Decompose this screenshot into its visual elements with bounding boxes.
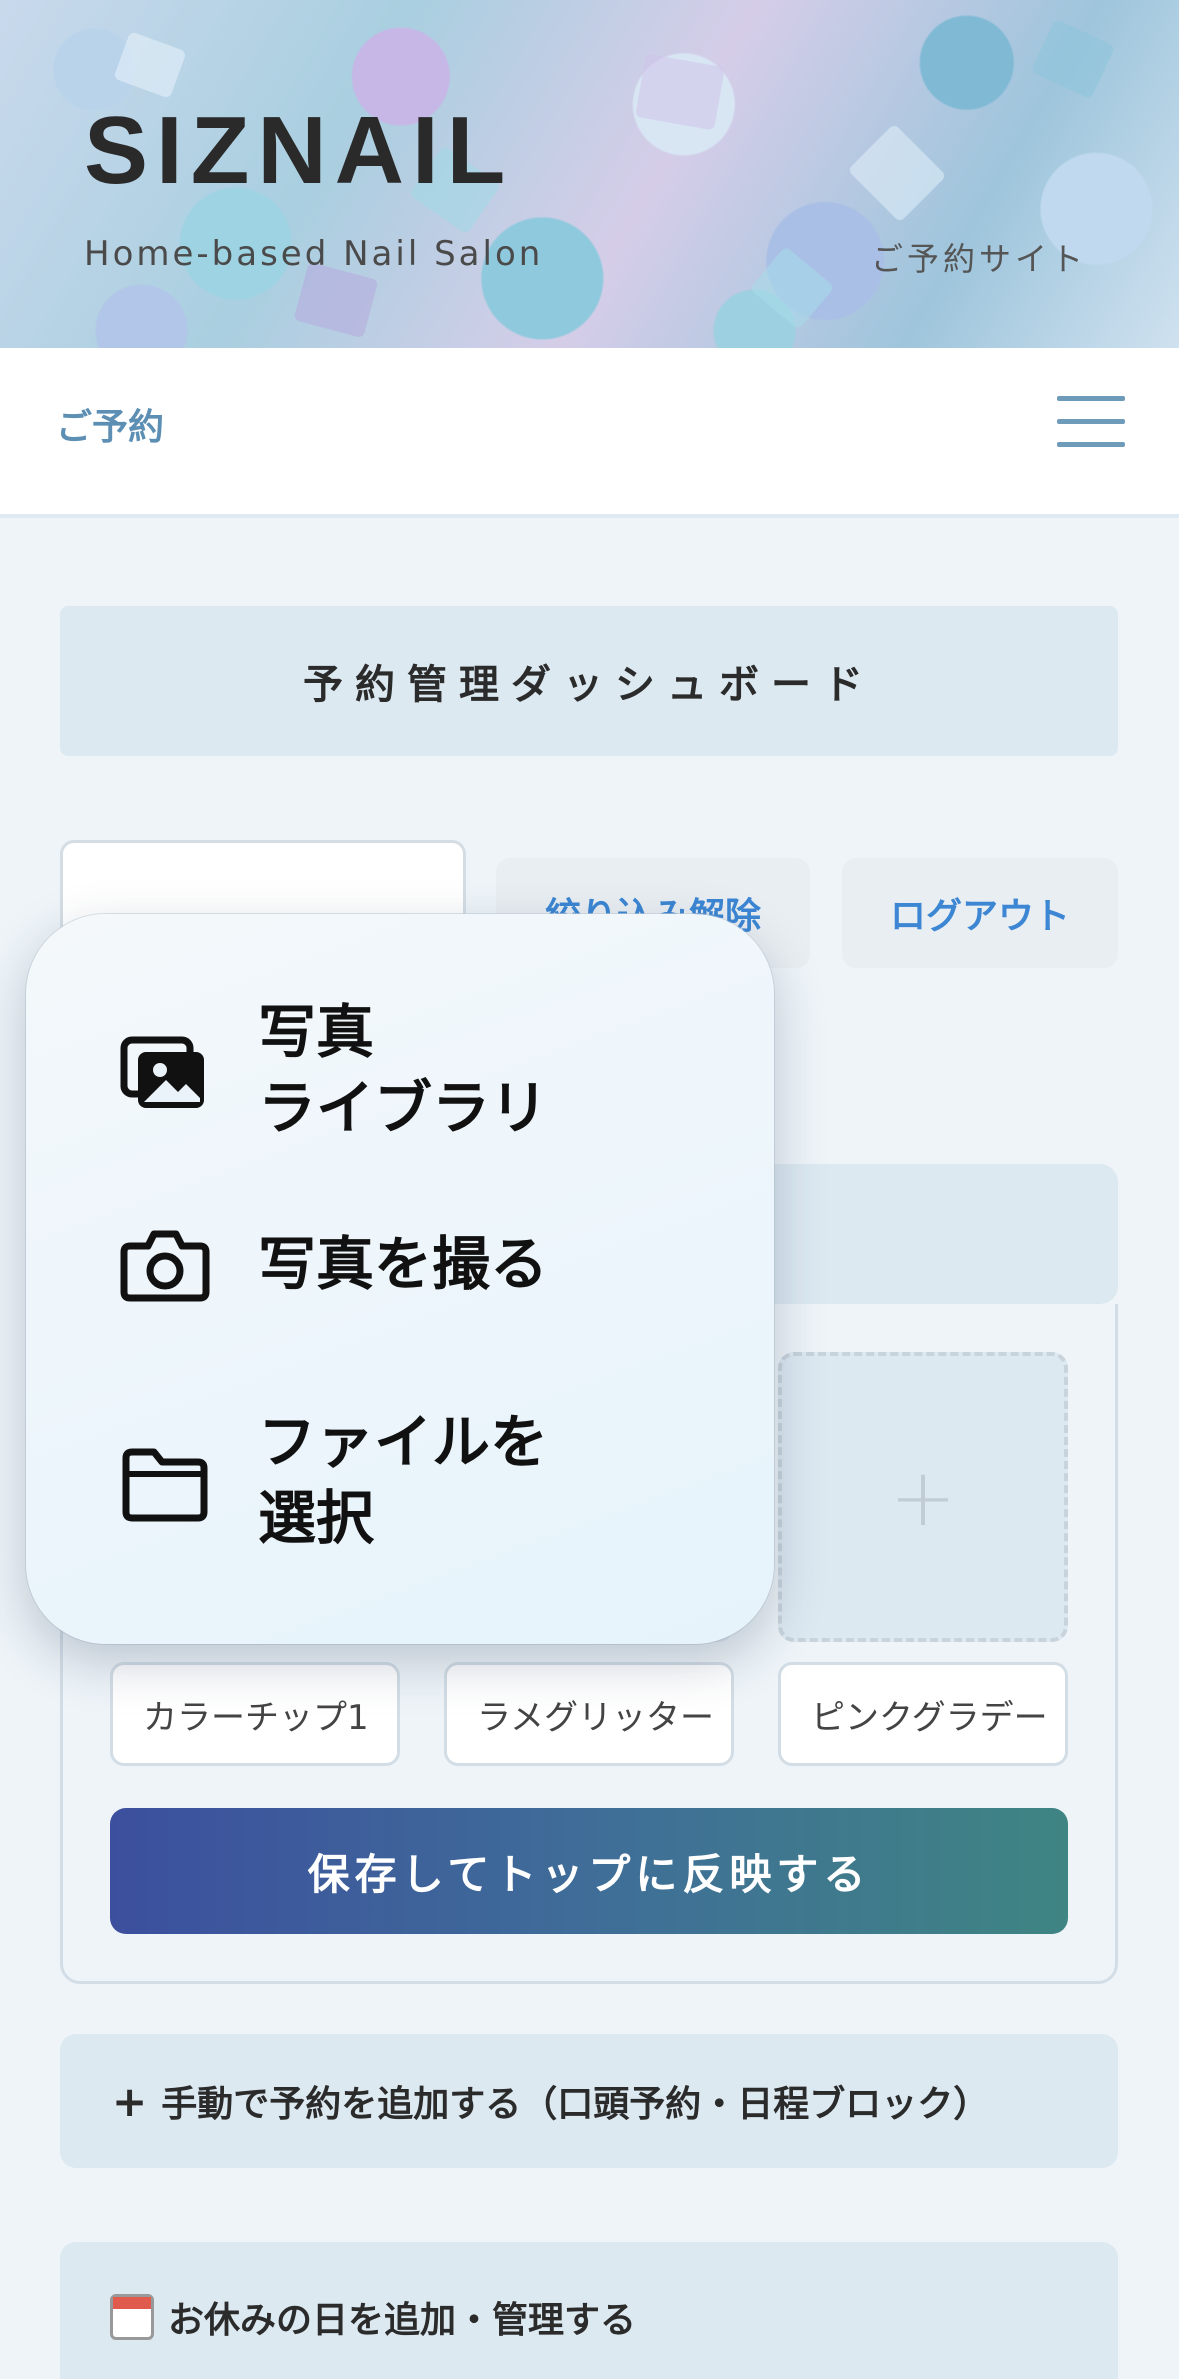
- hero-banner: SIZNAIL Home-based Nail Salon ご予約サイト: [0, 0, 1179, 348]
- hamburger-icon[interactable]: [1057, 396, 1125, 448]
- plus-icon: +: [112, 2076, 148, 2126]
- photo-name-input[interactable]: ラメグリッター: [444, 1662, 734, 1766]
- photo-source-menu: 写真 ライブラリ 写真を撮る ファイルを 選択: [26, 914, 774, 1644]
- camera-icon: [120, 1230, 210, 1302]
- top-nav: ご予約: [0, 348, 1179, 518]
- menu-label: ファイルを 選択: [258, 1408, 549, 1552]
- dashboard-title: 予約管理ダッシュボード: [60, 606, 1118, 756]
- site-type-label: ご予約サイト: [870, 240, 1087, 278]
- photo-library-icon: [120, 1036, 204, 1108]
- nav-reservation-link[interactable]: ご予約: [56, 398, 164, 450]
- menu-label: 写真を撮る: [258, 1230, 549, 1298]
- manual-add-label: 手動で予約を追加する（口頭予約・日程ブロック）: [161, 2084, 990, 2125]
- menu-label: 写真 ライブラリ: [258, 998, 549, 1142]
- manage-holidays-button[interactable]: お休みの日を追加・管理する: [60, 2242, 1118, 2379]
- site-subtitle: Home-based Nail Salon: [84, 234, 544, 274]
- photo-name-input[interactable]: ピンクグラデー: [778, 1662, 1068, 1766]
- menu-item-take-photo[interactable]: 写真を撮る: [26, 1214, 774, 1314]
- menu-item-choose-file[interactable]: ファイルを 選択: [26, 1404, 774, 1564]
- photo-name-input[interactable]: カラーチップ1: [110, 1662, 400, 1766]
- calendar-icon: [110, 2294, 154, 2340]
- menu-item-photo-library[interactable]: 写真 ライブラリ: [26, 994, 774, 1154]
- site-logo: SIZNAIL: [84, 97, 514, 204]
- plus-icon: +: [889, 1450, 957, 1544]
- manual-add-reservation-button[interactable]: + 手動で予約を追加する（口頭予約・日程ブロック）: [60, 2034, 1118, 2168]
- add-photo-tile[interactable]: +: [778, 1352, 1068, 1642]
- save-and-publish-button[interactable]: 保存してトップに反映する: [110, 1808, 1068, 1934]
- folder-icon: [122, 1448, 208, 1522]
- holiday-label: お休みの日を追加・管理する: [168, 2300, 637, 2341]
- logout-button[interactable]: ログアウト: [842, 858, 1118, 968]
